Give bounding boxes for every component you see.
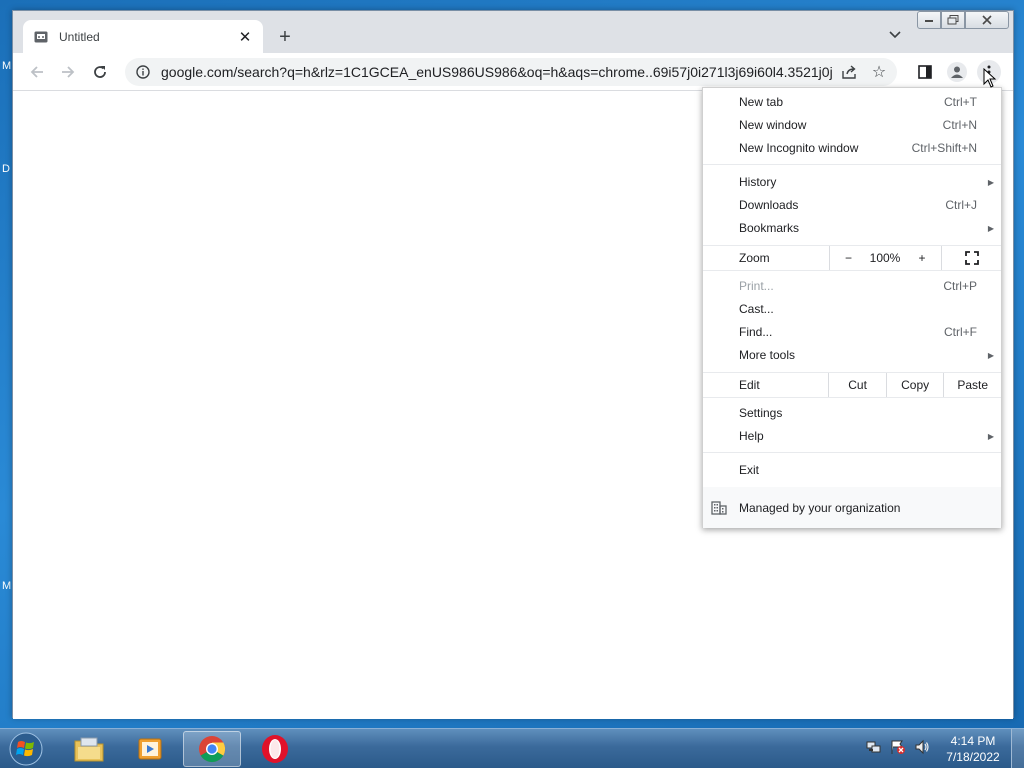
file-explorer-taskbar-icon[interactable] [60, 731, 118, 767]
menu-item-find[interactable]: Find... Ctrl+F [703, 321, 1001, 343]
tab-title: Untitled [59, 29, 100, 44]
menu-label: New Incognito window [739, 141, 859, 155]
menu-item-history[interactable]: History ▶ [703, 171, 1001, 193]
submenu-arrow-icon: ▶ [987, 223, 994, 233]
forward-arrow-icon[interactable] [56, 60, 80, 84]
back-arrow-icon[interactable] [25, 60, 49, 84]
managed-by-org-item[interactable]: Managed by your organization [703, 487, 1001, 528]
menu-divider [703, 164, 1001, 165]
menu-divider [703, 452, 1001, 453]
profile-avatar-icon[interactable] [947, 62, 967, 82]
menu-label: Settings [739, 406, 783, 420]
menu-label: Downloads [739, 198, 799, 212]
menu-label: More tools [739, 348, 796, 362]
fullscreen-icon[interactable] [941, 246, 1001, 270]
desktop-icon-label: M [2, 60, 12, 72]
menu-item-new-incognito[interactable]: New Incognito window Ctrl+Shift+N [703, 137, 1001, 159]
tab-untitled[interactable]: Untitled ✕ [23, 20, 263, 53]
mouse-cursor-icon [983, 68, 997, 88]
menu-label: Exit [739, 463, 760, 477]
side-panel-icon[interactable] [913, 60, 937, 84]
action-center-flag-icon[interactable] [890, 739, 906, 755]
menu-item-exit[interactable]: Exit [703, 459, 1001, 481]
clock-date: 7/18/2022 [946, 750, 1000, 764]
volume-icon[interactable] [914, 739, 930, 755]
menu-shortcut: Ctrl+Shift+N [911, 141, 977, 155]
close-window-button[interactable] [965, 11, 1009, 29]
new-tab-button[interactable]: + [273, 25, 297, 49]
menu-item-print[interactable]: Print... Ctrl+P [703, 275, 1001, 297]
title-bar: Untitled ✕ + [13, 11, 1013, 53]
menu-label: Print... [739, 279, 774, 293]
edit-row: Edit Cut Copy Paste [703, 373, 1001, 397]
menu-divider [703, 397, 1001, 398]
page-icon [33, 29, 49, 45]
menu-shortcut: Ctrl+J [945, 198, 977, 212]
desktop-icon-label: M [2, 580, 12, 592]
submenu-arrow-icon: ▶ [987, 350, 994, 360]
menu-label: New window [739, 118, 807, 132]
menu-label: Bookmarks [739, 221, 800, 235]
chrome-main-menu: New tab Ctrl+T New window Ctrl+N New Inc… [702, 87, 1002, 528]
menu-item-help[interactable]: Help ▶ [703, 425, 1001, 447]
menu-shortcut: Ctrl+F [944, 325, 977, 339]
paste-button[interactable]: Paste [943, 373, 1001, 397]
media-player-taskbar-icon[interactable] [121, 731, 179, 767]
menu-item-settings[interactable]: Settings [703, 402, 1001, 424]
menu-item-more-tools[interactable]: More tools ▶ [703, 344, 1001, 366]
desktop-icon-label: D [2, 163, 10, 175]
menu-label: New tab [739, 95, 784, 109]
browser-toolbar: google.com/search?q=h&rlz=1C1GCEA_enUS98… [13, 53, 1013, 91]
clock-time: 4:14 PM [950, 734, 996, 748]
chevron-down-icon[interactable] [885, 25, 905, 45]
bookmark-star-icon[interactable]: ☆ [869, 62, 889, 82]
submenu-arrow-icon: ▶ [987, 177, 994, 187]
info-icon[interactable] [135, 64, 151, 80]
zoom-in-button[interactable]: + [903, 246, 941, 270]
menu-label: Help [739, 429, 764, 443]
opera-taskbar-icon[interactable] [246, 731, 304, 767]
restore-button[interactable] [941, 11, 965, 29]
windows-taskbar: 4:14 PM 7/18/2022 [0, 728, 1024, 768]
share-icon[interactable] [841, 63, 859, 81]
menu-label: History [739, 175, 777, 189]
menu-item-new-window[interactable]: New window Ctrl+N [703, 114, 1001, 136]
menu-label: Cast... [739, 302, 774, 316]
close-tab-icon[interactable]: ✕ [237, 29, 253, 46]
reload-icon[interactable] [88, 60, 112, 84]
menu-item-new-tab[interactable]: New tab Ctrl+T [703, 91, 1001, 113]
zoom-label: Zoom [739, 251, 770, 265]
url-text[interactable]: google.com/search?q=h&rlz=1C1GCEA_enUS98… [161, 64, 833, 80]
show-desktop-button[interactable] [1011, 729, 1024, 768]
zoom-level: 100% [869, 251, 901, 265]
minimize-button[interactable] [917, 11, 941, 29]
menu-shortcut: Ctrl+T [944, 95, 977, 109]
submenu-arrow-icon: ▶ [987, 431, 994, 441]
menu-label: Find... [739, 325, 773, 339]
menu-shortcut: Ctrl+P [943, 279, 977, 293]
menu-divider [703, 270, 1001, 271]
zoom-row: Zoom − 100% + [703, 246, 1001, 270]
managed-label: Managed by your organization [739, 500, 901, 515]
network-icon[interactable] [866, 739, 882, 755]
taskbar-clock[interactable]: 4:14 PM 7/18/2022 [940, 733, 1006, 765]
menu-item-cast[interactable]: Cast... [703, 298, 1001, 320]
building-icon [711, 500, 727, 516]
edit-label: Edit [739, 378, 760, 392]
chrome-taskbar-icon[interactable] [183, 731, 241, 767]
zoom-out-button[interactable]: − [829, 246, 867, 270]
menu-item-downloads[interactable]: Downloads Ctrl+J [703, 194, 1001, 216]
menu-shortcut: Ctrl+N [942, 118, 977, 132]
copy-button[interactable]: Copy [885, 373, 944, 397]
menu-item-bookmarks[interactable]: Bookmarks ▶ [703, 217, 1001, 239]
start-button[interactable] [6, 730, 46, 768]
address-bar[interactable]: google.com/search?q=h&rlz=1C1GCEA_enUS98… [125, 58, 897, 86]
cut-button[interactable]: Cut [828, 373, 886, 397]
